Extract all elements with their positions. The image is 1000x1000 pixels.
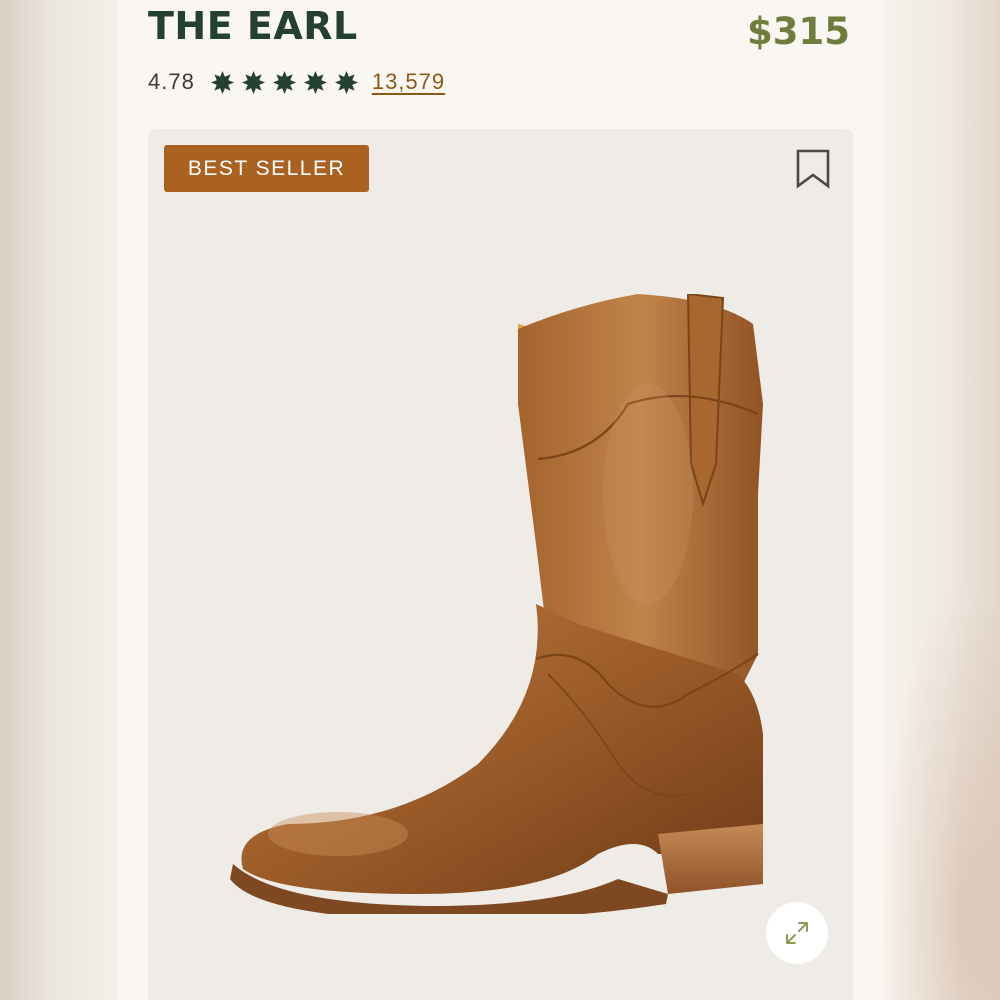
product-title: THE EARL <box>148 4 358 48</box>
rating-row: 4.78 13,579 <box>148 64 445 100</box>
star-icon <box>272 70 296 94</box>
expand-image-button[interactable] <box>766 902 828 964</box>
product-card: THE EARL $315 4.78 13,579 BEST SELLER <box>117 0 883 1000</box>
background-blur-left <box>0 0 117 1000</box>
star-icon <box>241 70 265 94</box>
expand-icon <box>786 922 808 944</box>
product-image-panel: BEST SELLER <box>148 129 853 1000</box>
product-price: $315 <box>747 10 850 53</box>
best-seller-badge: BEST SELLER <box>164 145 369 192</box>
bookmark-icon[interactable] <box>795 149 831 189</box>
boot-product-image <box>230 294 763 914</box>
star-icon <box>334 70 358 94</box>
star-icon <box>210 70 234 94</box>
background-blur-right <box>883 0 1000 1000</box>
badge-label: BEST SELLER <box>187 156 346 180</box>
review-count-link[interactable]: 13,579 <box>372 69 445 95</box>
star-icon <box>303 70 327 94</box>
rating-value: 4.78 <box>148 69 195 94</box>
rating-stars <box>210 70 358 94</box>
